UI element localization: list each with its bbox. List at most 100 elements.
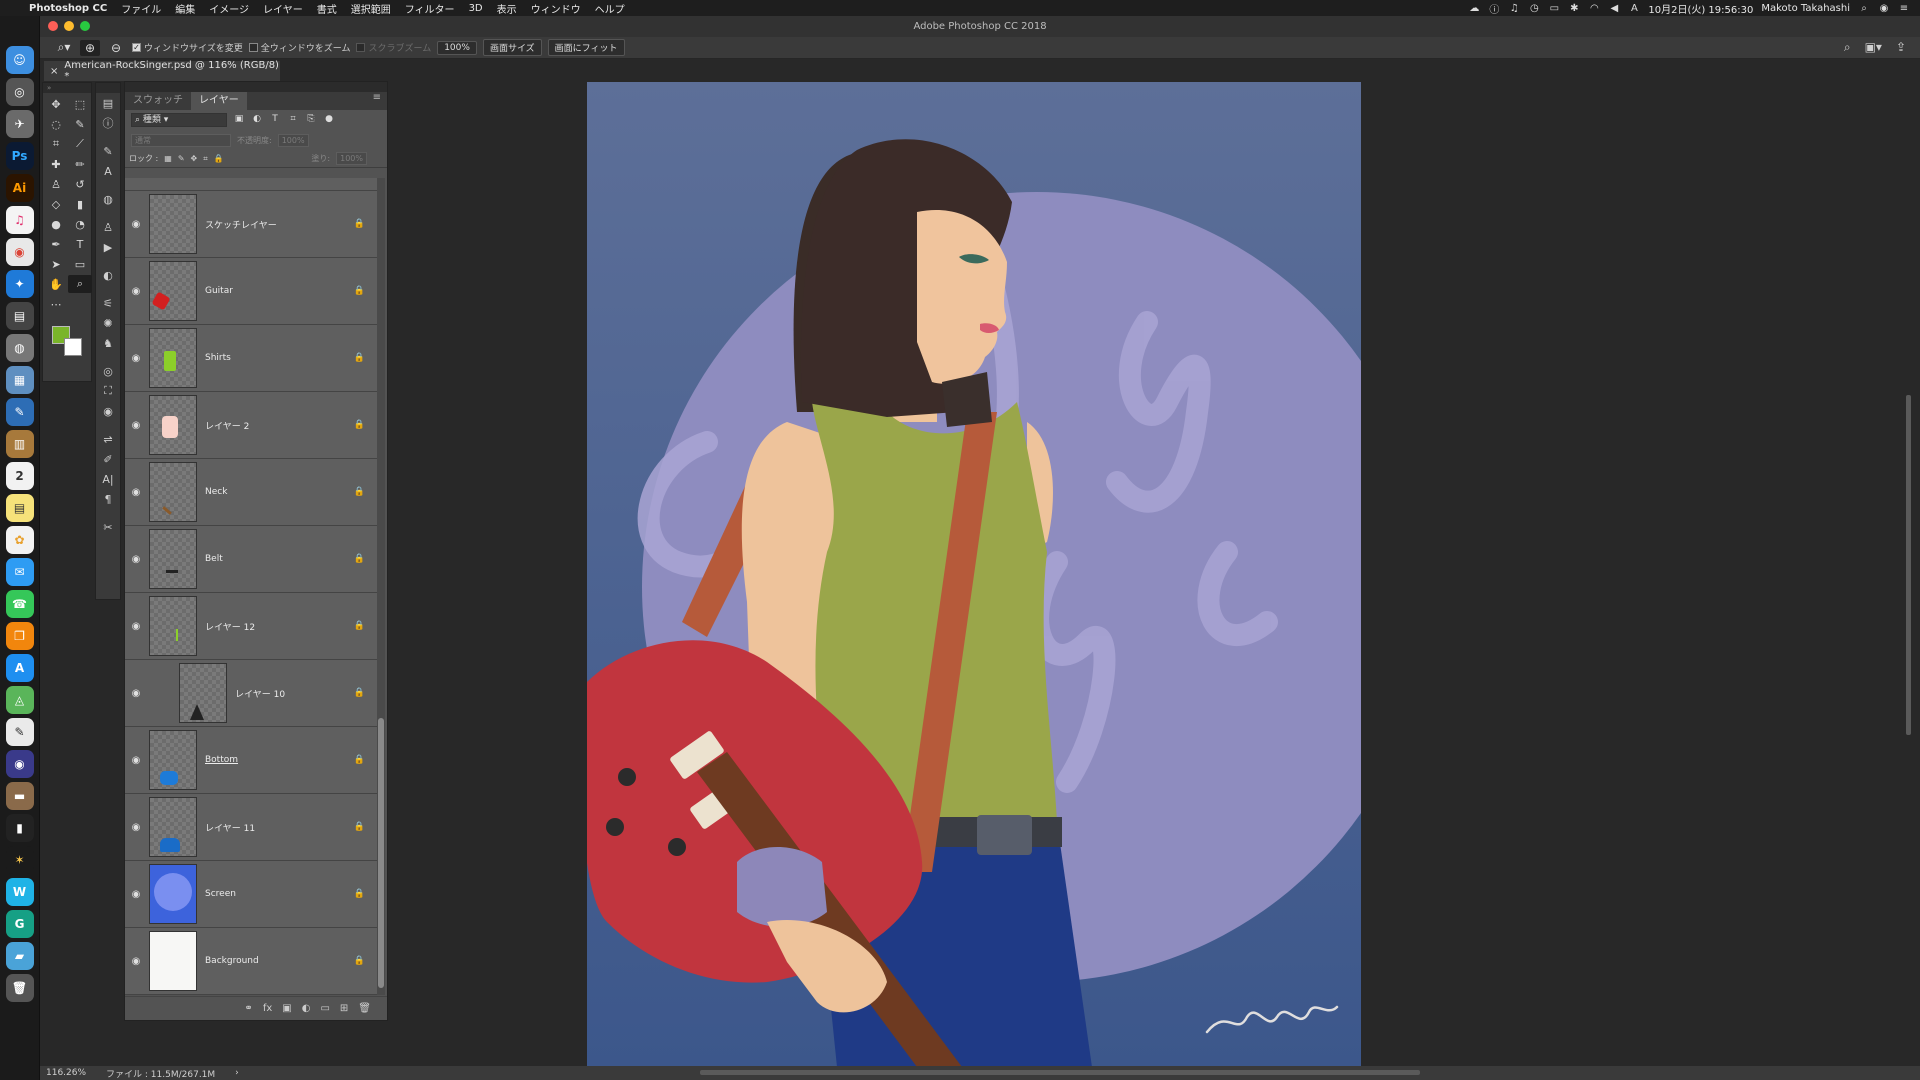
scrubby-zoom-checkbox[interactable]: スクラブズーム bbox=[356, 41, 431, 54]
zoom-out-icon[interactable]: ⊖ bbox=[106, 40, 126, 56]
layer-thumbnail[interactable] bbox=[149, 797, 197, 857]
facetime-icon[interactable]: ☎ bbox=[5, 590, 34, 618]
layer-row[interactable]: ◉ レイヤー 2 🔒 bbox=[125, 392, 377, 459]
layer-row[interactable]: ◉ Screen 🔒 bbox=[125, 861, 377, 928]
layers-panel-header[interactable] bbox=[125, 82, 387, 92]
messages-icon[interactable]: ✉ bbox=[5, 558, 34, 586]
menu-select[interactable]: 選択範囲 bbox=[344, 1, 398, 16]
tools-panel-header[interactable]: » bbox=[43, 83, 91, 93]
status-file-info[interactable]: ファイル : 11.5M/267.1M bbox=[106, 1067, 215, 1080]
styles-panel-icon[interactable]: ✺ bbox=[96, 313, 120, 333]
zoom-all-windows-checkbox[interactable]: 全ウィンドウをズーム bbox=[248, 41, 350, 54]
visibility-eye-icon[interactable]: ◉ bbox=[125, 822, 147, 833]
gradient-tool-icon[interactable]: ▮ bbox=[68, 195, 92, 213]
menu-edit[interactable]: 編集 bbox=[168, 1, 202, 16]
path-select-tool-icon[interactable]: ➤ bbox=[44, 255, 68, 273]
visibility-eye-icon[interactable]: ◉ bbox=[125, 353, 147, 364]
archive-icon[interactable]: ▬ bbox=[5, 782, 34, 810]
visibility-eye-icon[interactable]: ◉ bbox=[125, 688, 147, 699]
grammarly-icon[interactable]: G bbox=[5, 910, 34, 938]
crop-tool-icon[interactable]: ⌗ bbox=[44, 135, 68, 153]
zoom-in-icon[interactable]: ⊕ bbox=[80, 39, 100, 56]
menu-view[interactable]: 表示 bbox=[490, 1, 524, 16]
books-icon[interactable]: ❐ bbox=[5, 622, 34, 650]
dodge-tool-icon[interactable]: ◔ bbox=[68, 215, 92, 233]
bluetooth-icon[interactable]: ✱ bbox=[1568, 3, 1580, 14]
type-tool-icon[interactable]: T bbox=[68, 235, 92, 253]
layer-name[interactable]: Guitar bbox=[205, 286, 233, 296]
airplay-icon[interactable]: ▭ bbox=[1548, 3, 1560, 14]
layer-name[interactable]: レイヤー 2 bbox=[205, 419, 249, 432]
final-cut-icon[interactable]: ▤ bbox=[5, 302, 34, 330]
libraries-icon[interactable]: ◍ bbox=[96, 189, 120, 209]
photos-icon[interactable]: ✿ bbox=[5, 526, 34, 554]
channels-panel-icon[interactable]: ◎ bbox=[96, 361, 120, 381]
new-layer-icon[interactable]: ⊞ bbox=[340, 1003, 348, 1014]
tool-presets-icon[interactable]: ✐ bbox=[96, 449, 120, 469]
menu-filter[interactable]: フィルター bbox=[398, 1, 462, 16]
headphones-icon[interactable]: ♫ bbox=[1508, 3, 1520, 14]
layer-name[interactable]: Neck bbox=[205, 487, 227, 497]
layer-name[interactable]: レイヤー 10 bbox=[235, 687, 285, 700]
paths-panel-icon[interactable]: ♞ bbox=[96, 333, 120, 353]
zoom-window-button[interactable] bbox=[80, 21, 90, 31]
document-tab[interactable]: × American-RockSinger.psd @ 116% (RGB/8)… bbox=[44, 60, 280, 82]
filter-toggle-icon[interactable]: ● bbox=[323, 114, 335, 126]
preview-icon[interactable]: ▦ bbox=[5, 366, 34, 394]
minimize-window-button[interactable] bbox=[64, 21, 74, 31]
finder-icon[interactable]: ☺ bbox=[5, 46, 34, 74]
close-window-button[interactable] bbox=[48, 21, 58, 31]
resize-windows-checkbox[interactable]: ✓ ウィンドウサイズを変更 bbox=[132, 41, 243, 54]
filter-smart-object-icon[interactable]: ⎘ bbox=[305, 114, 317, 126]
info-panel-icon[interactable]: ⓘ bbox=[96, 113, 120, 133]
notification-center-icon[interactable]: ≡ bbox=[1898, 3, 1910, 14]
history-panel-icon[interactable]: ▤ bbox=[96, 93, 120, 113]
close-tab-icon[interactable]: × bbox=[50, 66, 58, 77]
menu-help[interactable]: ヘルプ bbox=[588, 1, 632, 16]
word-icon[interactable]: W bbox=[5, 878, 34, 906]
layer-style-icon[interactable]: fx bbox=[263, 1003, 272, 1014]
measurement-panel-icon[interactable]: ✂ bbox=[96, 517, 120, 537]
launchpad-icon[interactable]: ✈ bbox=[5, 110, 34, 138]
app-store-icon[interactable]: A bbox=[5, 654, 34, 682]
fill-screen-button[interactable]: 画面にフィット bbox=[547, 39, 625, 56]
layers-scrollbar[interactable] bbox=[377, 178, 385, 995]
lock-position-icon[interactable]: ✥ bbox=[191, 154, 198, 163]
chrome-icon[interactable]: ◉ bbox=[5, 238, 34, 266]
layer-row[interactable]: ◉ Belt 🔒 bbox=[125, 526, 377, 593]
filter-pixel-icon[interactable]: ▣ bbox=[233, 114, 245, 126]
link-layers-icon[interactable]: ⚭ bbox=[244, 1003, 252, 1014]
lasso-tool-icon[interactable]: ◌ bbox=[44, 115, 68, 133]
menubar-user[interactable]: Makoto Takahashi bbox=[1761, 3, 1850, 14]
layer-name[interactable]: Screen bbox=[205, 889, 236, 899]
clone-source-icon[interactable]: ♙ bbox=[96, 217, 120, 237]
layer-thumbnail[interactable] bbox=[179, 663, 227, 723]
spark-icon[interactable]: ✶ bbox=[5, 846, 34, 874]
terminal-icon[interactable]: ▮ bbox=[5, 814, 34, 842]
properties-panel-icon[interactable]: ⚟ bbox=[96, 293, 120, 313]
layer-thumbnail[interactable] bbox=[149, 462, 197, 522]
search-icon[interactable]: ⌕ bbox=[1844, 40, 1851, 55]
tab-swatches[interactable]: スウォッチ bbox=[125, 92, 191, 110]
wifi-icon[interactable]: ◠ bbox=[1588, 3, 1600, 14]
canvas-horizontal-scrollbar[interactable] bbox=[700, 1070, 1420, 1075]
safari-icon[interactable]: ✦ bbox=[5, 270, 34, 298]
panel-menu-icon[interactable]: ≡ bbox=[373, 92, 387, 110]
layer-row[interactable]: ◉ Neck 🔒 bbox=[125, 459, 377, 526]
photoshop-icon[interactable]: Ps bbox=[5, 142, 34, 170]
status-zoom[interactable]: 116.26% bbox=[46, 1068, 86, 1078]
spotlight-icon[interactable]: ⌕ bbox=[1858, 3, 1870, 14]
visibility-eye-icon[interactable]: ◉ bbox=[125, 755, 147, 766]
layer-row[interactable]: ◉ Background 🔒 bbox=[125, 928, 377, 995]
time-machine-icon[interactable]: ◷ bbox=[1528, 3, 1540, 14]
visibility-eye-icon[interactable]: ◉ bbox=[125, 219, 147, 230]
layer-row[interactable]: ◉ Guitar 🔒 bbox=[125, 258, 377, 325]
layer-thumbnail[interactable] bbox=[149, 194, 197, 254]
eraser-tool-icon[interactable]: ◇ bbox=[44, 195, 68, 213]
glyphs-panel-icon[interactable]: A| bbox=[96, 469, 120, 489]
layer-thumbnail[interactable] bbox=[149, 529, 197, 589]
delete-layer-icon[interactable]: 🗑 bbox=[358, 1003, 371, 1014]
visibility-eye-icon[interactable]: ◉ bbox=[125, 956, 147, 967]
input-source-icon[interactable]: A bbox=[1628, 3, 1640, 14]
lock-transparent-icon[interactable]: ▦ bbox=[164, 154, 172, 163]
